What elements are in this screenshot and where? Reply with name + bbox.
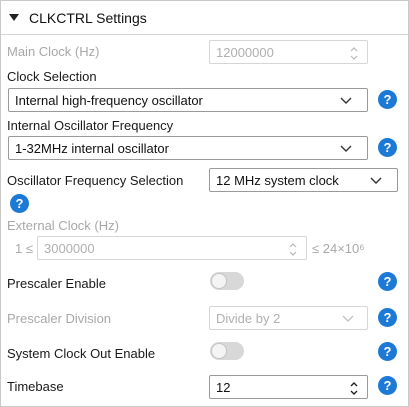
- spinner-icon: [349, 43, 359, 63]
- chevron-down-icon: [341, 314, 355, 324]
- prescaler-division-label: Prescaler Division: [7, 311, 112, 326]
- internal-osc-freq-help-icon[interactable]: ?: [378, 138, 397, 157]
- prescaler-division-help-icon[interactable]: ?: [378, 308, 397, 327]
- clock-selection-label: Clock Selection: [7, 69, 97, 84]
- prescaler-division-value: Divide by 2: [216, 311, 281, 326]
- timebase-input[interactable]: 12: [209, 375, 368, 399]
- clkctrl-settings-panel: CLKCTRL Settings Main Clock (Hz) 1200000…: [0, 0, 409, 407]
- external-clock-label: External Clock (Hz): [7, 218, 119, 233]
- external-clock-value: 3000000: [44, 241, 95, 256]
- internal-osc-freq-label: Internal Oscillator Frequency: [7, 118, 174, 133]
- section-title: CLKCTRL Settings: [29, 10, 147, 26]
- clock-selection-help-icon[interactable]: ?: [378, 90, 397, 109]
- spinner-icon: [288, 239, 298, 259]
- prescaler-enable-toggle[interactable]: [210, 272, 244, 290]
- external-clock-min-label: 1 ≤: [15, 241, 33, 256]
- osc-freq-selection-help-icon[interactable]: ?: [10, 194, 29, 213]
- collapse-caret-icon[interactable]: [9, 14, 19, 21]
- external-clock-max-label: ≤ 24×10⁶: [312, 241, 365, 256]
- clock-selection-value: Internal high-frequency oscillator: [15, 93, 203, 108]
- osc-freq-selection-value: 12 MHz system clock: [216, 173, 339, 188]
- osc-freq-selection-dropdown[interactable]: 12 MHz system clock: [209, 168, 398, 192]
- external-clock-field: 3000000: [37, 236, 307, 260]
- toggle-knob: [211, 273, 227, 289]
- main-clock-value: 12000000: [216, 45, 274, 60]
- prescaler-division-dropdown: Divide by 2: [209, 306, 368, 330]
- timebase-value: 12: [216, 380, 231, 395]
- timebase-help-icon[interactable]: ?: [378, 376, 397, 395]
- chevron-down-icon: [369, 176, 383, 186]
- internal-osc-freq-dropdown[interactable]: 1-32MHz internal oscillator: [8, 136, 368, 160]
- spinner-icon[interactable]: [349, 378, 359, 398]
- system-clock-out-help-icon[interactable]: ?: [378, 342, 397, 361]
- prescaler-enable-label: Prescaler Enable: [7, 276, 106, 291]
- osc-freq-selection-label: Oscillator Frequency Selection: [7, 173, 184, 188]
- main-clock-field: 12000000: [209, 40, 368, 64]
- timebase-label: Timebase: [7, 379, 64, 394]
- internal-osc-freq-value: 1-32MHz internal oscillator: [15, 141, 169, 156]
- system-clock-out-toggle[interactable]: [210, 342, 244, 360]
- section-header[interactable]: CLKCTRL Settings: [1, 1, 408, 35]
- toggle-knob: [211, 343, 227, 359]
- chevron-down-icon: [339, 144, 353, 154]
- main-clock-label: Main Clock (Hz): [7, 44, 100, 59]
- clock-selection-dropdown[interactable]: Internal high-frequency oscillator: [8, 88, 368, 112]
- system-clock-out-label: System Clock Out Enable: [7, 346, 156, 361]
- chevron-down-icon: [339, 96, 353, 106]
- prescaler-enable-help-icon[interactable]: ?: [378, 272, 397, 291]
